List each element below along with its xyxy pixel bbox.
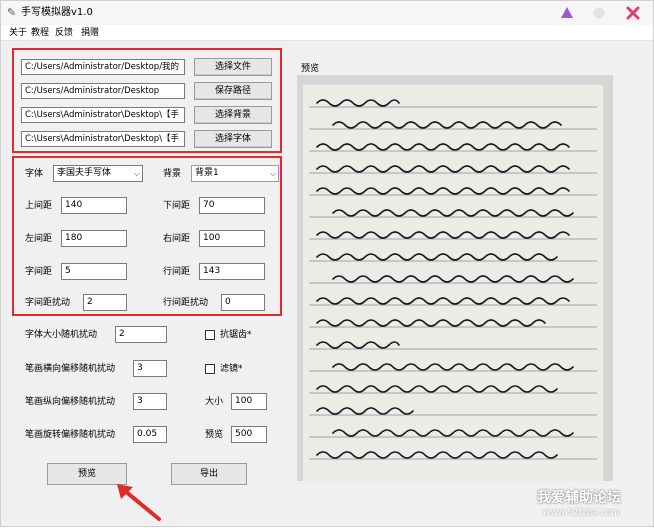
chevron-down-icon: ⌵ — [269, 169, 276, 178]
watermark-url: www.52fzba.com — [543, 508, 620, 518]
h-offset-jitter-label: 笔画横向偏移随机扰动 — [25, 364, 116, 374]
chevron-down-icon: ⌵ — [133, 169, 140, 178]
char-jitter-label: 字间距扰动 — [25, 298, 71, 308]
char-spacing-label: 字间距 — [25, 267, 53, 277]
maximize-button[interactable] — [591, 5, 607, 21]
choose-file-button[interactable]: 选择文件 — [194, 58, 272, 76]
background-label: 背景 — [163, 169, 182, 179]
right-margin-input[interactable]: 100 — [199, 230, 265, 247]
top-margin-label: 上间距 — [25, 201, 53, 211]
minimize-button[interactable] — [559, 5, 575, 21]
site-watermark: 我爱辅助论坛 www.52fzba.com — [529, 487, 654, 528]
char-spacing-input[interactable]: 5 — [61, 263, 127, 280]
choose-font-button[interactable]: 选择字体 — [194, 130, 272, 148]
menu-bar: 关于 教程 反馈 捐赠 — [1, 25, 653, 41]
arrow-annotation-icon — [117, 484, 161, 521]
export-button[interactable]: 导出 — [171, 463, 247, 485]
filter-checkbox[interactable] — [205, 364, 215, 374]
font-select-value: 李国夫手写体 — [57, 168, 112, 178]
circle-icon — [593, 7, 605, 19]
line-spacing-input[interactable]: 143 — [199, 263, 265, 280]
app-window: ✎ 手写模拟器v1.0 关于 教程 反馈 捐赠 C:/Users/Adminis… — [0, 0, 654, 527]
text-file-path[interactable]: C:/Users/Administrator/Desktop/我的 — [21, 59, 185, 75]
rotate-jitter-label: 笔画旋转偏移随机扰动 — [25, 430, 116, 440]
menu-donate[interactable]: 捐赠 — [81, 27, 99, 39]
size-label: 大小 — [205, 397, 224, 407]
handwriting-preview — [309, 99, 597, 460]
font-size-jitter-input[interactable]: 2 — [115, 326, 167, 343]
preview-size-label: 预览 — [205, 430, 224, 440]
left-margin-label: 左间距 — [25, 234, 53, 244]
menu-feedback[interactable]: 反馈 — [55, 27, 73, 39]
line-jitter-input[interactable]: 0 — [221, 294, 265, 311]
left-margin-input[interactable]: 180 — [61, 230, 127, 247]
title-bar: ✎ 手写模拟器v1.0 — [1, 1, 653, 25]
filter-label: 滤镜* — [220, 364, 243, 374]
font-path-input[interactable]: C:\Users\Administrator\Desktop\【手 — [21, 131, 185, 147]
save-path-input[interactable]: C:/Users/Administrator/Desktop — [21, 83, 185, 99]
watermark-title: 我爱辅助论坛 — [537, 490, 621, 506]
line-spacing-label: 行间距 — [163, 267, 191, 277]
save-path-button[interactable]: 保存路径 — [194, 82, 272, 100]
antialias-label: 抗锯齿* — [220, 330, 252, 340]
char-jitter-input[interactable]: 2 — [83, 294, 127, 311]
bottom-margin-input[interactable]: 70 — [199, 197, 265, 214]
bottom-margin-label: 下间距 — [163, 201, 191, 211]
v-offset-jitter-input[interactable]: 3 — [133, 393, 167, 410]
menu-about[interactable]: 关于 — [9, 27, 27, 39]
background-path-input[interactable]: C:\Users\Administrator\Desktop\【手 — [21, 107, 185, 123]
font-size-jitter-label: 字体大小随机扰动 — [25, 330, 98, 340]
triangle-icon — [561, 7, 573, 18]
top-margin-input[interactable]: 140 — [61, 197, 127, 214]
close-button[interactable] — [625, 5, 641, 21]
background-select[interactable]: 背景1 ⌵ — [191, 165, 279, 182]
choose-background-button[interactable]: 选择背景 — [194, 106, 272, 124]
right-margin-label: 右间距 — [163, 234, 191, 244]
v-offset-jitter-label: 笔画纵向偏移随机扰动 — [25, 397, 116, 407]
background-select-value: 背景1 — [195, 168, 219, 178]
menu-tutorial[interactable]: 教程 — [31, 27, 49, 39]
rotate-jitter-input[interactable]: 0.05 — [133, 426, 167, 443]
antialias-checkbox[interactable] — [205, 330, 215, 340]
line-jitter-label: 行间距扰动 — [163, 298, 209, 308]
preview-panel-label: 预览 — [301, 64, 320, 74]
size-input[interactable]: 100 — [231, 393, 267, 410]
pen-icon: ✎ — [7, 6, 17, 19]
font-select[interactable]: 李国夫手写体 ⌵ — [53, 165, 143, 182]
preview-image — [297, 75, 613, 481]
window-title: 手写模拟器v1.0 — [21, 7, 93, 18]
h-offset-jitter-input[interactable]: 3 — [133, 360, 167, 377]
font-label: 字体 — [25, 169, 44, 179]
close-icon — [626, 6, 640, 20]
preview-size-input[interactable]: 500 — [231, 426, 267, 443]
handwriting-sheet — [303, 85, 603, 481]
